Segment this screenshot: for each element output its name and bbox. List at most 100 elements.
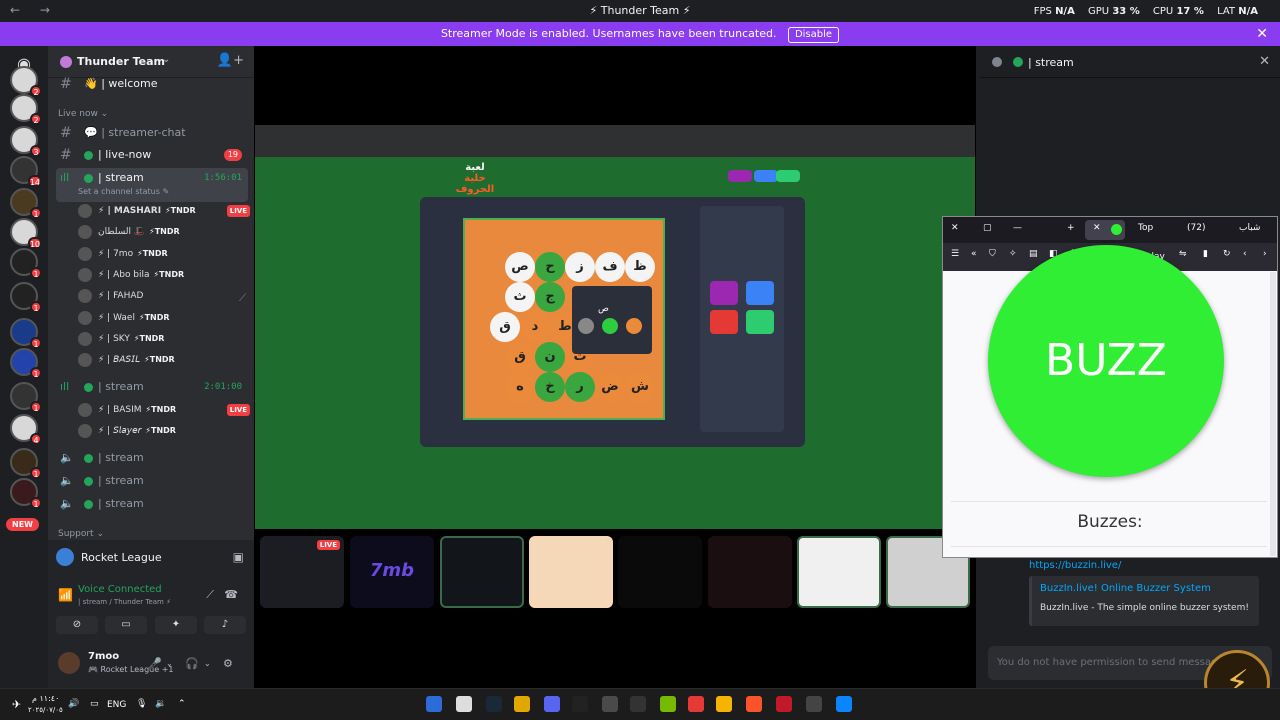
channel-live-now[interactable]: # | live-now 19 bbox=[56, 145, 248, 165]
activity-card[interactable]: Rocket League ▣ bbox=[48, 540, 254, 576]
speaker-icon[interactable]: 🔉 bbox=[155, 699, 166, 709]
stream-tile[interactable]: 7mb bbox=[350, 536, 434, 608]
voice-channel-path[interactable]: | stream / Thunder Team ⚡ bbox=[78, 598, 171, 606]
voice-user[interactable]: ⚡ | SKY ⚡TNDR bbox=[78, 329, 254, 349]
close-icon[interactable]: ✕ bbox=[1256, 22, 1268, 46]
voice-user[interactable]: ⚡ | 7mo ⚡TNDR bbox=[78, 244, 254, 264]
add-user-icon[interactable]: 👤+ bbox=[217, 53, 244, 68]
headphones-icon[interactable]: 🎧 bbox=[185, 657, 199, 670]
shield-icon[interactable]: ⛉ bbox=[989, 249, 996, 259]
activities-button[interactable]: ✦ bbox=[155, 616, 197, 634]
channel-status[interactable]: Set a channel status ✎ bbox=[78, 187, 169, 196]
stream-tile[interactable] bbox=[529, 536, 613, 608]
message-link[interactable]: https://buzzin.live/ bbox=[1029, 560, 1121, 571]
signal-icon[interactable]: 📶 bbox=[58, 588, 73, 602]
reload-icon[interactable]: ↻ bbox=[1223, 249, 1231, 259]
affinity-icon[interactable] bbox=[776, 696, 792, 712]
chrome-icon[interactable] bbox=[514, 696, 530, 712]
channel-stream-3[interactable]: 🔈 | stream bbox=[56, 448, 248, 468]
server-icon[interactable]: 2 bbox=[10, 94, 42, 125]
stream-tile[interactable] bbox=[797, 536, 881, 608]
server-icon[interactable]: 14 bbox=[10, 156, 42, 187]
voice-user[interactable]: ⚡ | Abo bila ⚡TNDR bbox=[78, 265, 254, 285]
menu-icon[interactable]: ☰ bbox=[951, 249, 959, 259]
back-all-icon[interactable]: « bbox=[971, 249, 977, 259]
chevron-down-icon[interactable]: ⌄ bbox=[204, 659, 211, 668]
close-icon[interactable]: ✕ bbox=[1259, 54, 1270, 69]
channel-welcome[interactable]: # 👋 | welcome bbox=[56, 74, 248, 94]
new-tab-icon[interactable]: + bbox=[1067, 223, 1075, 233]
rocket-league-icon[interactable] bbox=[426, 696, 442, 712]
tab-close-icon[interactable]: ✕ bbox=[1093, 223, 1101, 233]
soundboard-button[interactable]: ♪ bbox=[204, 616, 246, 634]
server-icon[interactable]: 1 bbox=[10, 248, 42, 279]
close-icon[interactable]: ✕ bbox=[951, 223, 959, 233]
clock-time[interactable]: ١١:٤٠ م bbox=[32, 694, 59, 703]
server-icon[interactable]: 1 bbox=[10, 282, 42, 313]
tab-title[interactable]: شباب bbox=[1239, 223, 1260, 233]
disable-button[interactable]: Disable bbox=[787, 27, 840, 43]
chevron-down-icon[interactable]: ⌄ bbox=[166, 659, 173, 668]
voice-user[interactable]: ⚡ | 𝘉𝘈𝘚𝘐𝘓 ⚡TNDR bbox=[78, 350, 254, 370]
stream-tile[interactable] bbox=[708, 536, 792, 608]
tab-title[interactable]: (72) bbox=[1187, 223, 1205, 233]
server-icon[interactable]: 2 bbox=[10, 66, 42, 97]
media-icon[interactable] bbox=[688, 696, 704, 712]
airplane-icon[interactable]: ✈ bbox=[12, 698, 21, 711]
channel-stream-active[interactable]: ıll | stream 1:56:01 bbox=[56, 168, 248, 202]
voice-user[interactable]: ⚡ | BASIM ⚡TNDR LIVE bbox=[78, 400, 254, 420]
discord-icon[interactable] bbox=[544, 696, 560, 712]
server-icon[interactable]: 1 bbox=[10, 348, 42, 379]
gear-icon[interactable]: ⚙ bbox=[223, 657, 233, 670]
minimize-icon[interactable]: — bbox=[1013, 223, 1022, 233]
volume-icon[interactable]: 🔊 bbox=[68, 699, 79, 709]
category-support[interactable]: Support ⌄ bbox=[58, 529, 104, 539]
server-icon[interactable]: 3 bbox=[10, 126, 42, 157]
embed-title[interactable]: BuzzIn.live! Online Buzzer System bbox=[1040, 583, 1211, 594]
terminal-icon[interactable] bbox=[572, 696, 588, 712]
tab-title[interactable]: Top bbox=[1138, 223, 1153, 233]
microphone-icon[interactable]: 🎤 bbox=[148, 657, 162, 670]
server-icon[interactable]: 10 bbox=[10, 218, 42, 249]
voice-user[interactable]: ⚡ | Wael ⚡TNDR bbox=[78, 308, 254, 328]
forward-icon[interactable]: › bbox=[1263, 249, 1267, 259]
server-icon[interactable]: 1 bbox=[10, 188, 42, 219]
windows-icon[interactable] bbox=[836, 696, 852, 712]
server-icon[interactable]: 1 bbox=[10, 478, 42, 509]
reader-icon[interactable]: ▤ bbox=[1029, 249, 1038, 259]
mic-icon[interactable]: 🎙 bbox=[136, 699, 147, 709]
voice-user[interactable]: ⚡ | 𝘚𝘭𝘢𝘺𝘦𝘳 ⚡TNDR bbox=[78, 421, 254, 441]
camera-icon[interactable] bbox=[630, 696, 646, 712]
language-indicator[interactable]: ENG bbox=[107, 700, 126, 710]
steam-icon[interactable] bbox=[486, 696, 502, 712]
nvidia-icon[interactable] bbox=[660, 696, 676, 712]
channel-stream-4[interactable]: 🔈 | stream bbox=[56, 471, 248, 491]
category-live-now[interactable]: Live now ⌄ bbox=[58, 109, 108, 119]
stream-tile[interactable] bbox=[618, 536, 702, 608]
network-icon[interactable]: ▭ bbox=[90, 699, 99, 709]
obs-icon[interactable] bbox=[456, 696, 472, 712]
disconnect-icon[interactable]: ☎ bbox=[224, 588, 238, 601]
stream-tile[interactable]: LIVE bbox=[260, 536, 344, 608]
noise-suppression-icon[interactable]: ⟋ bbox=[206, 588, 214, 602]
search-icon[interactable] bbox=[806, 696, 822, 712]
server-icon[interactable]: 1 bbox=[10, 448, 42, 479]
chevron-up-icon[interactable]: ⌃ bbox=[178, 699, 186, 709]
files-icon[interactable] bbox=[716, 696, 732, 712]
back-icon[interactable]: ‹ bbox=[1243, 249, 1247, 259]
voice-user[interactable]: السلطان 🎩 ⚡TNDR bbox=[78, 222, 254, 242]
voice-user[interactable]: ⚡ | MASHARI ⚡TNDR LIVE bbox=[78, 201, 254, 221]
clock-date[interactable]: ٢٠٢٥/٠٧/٠٥ bbox=[28, 706, 63, 714]
bookmark-icon[interactable]: ▮ bbox=[1203, 249, 1208, 259]
notepad-icon[interactable] bbox=[602, 696, 618, 712]
brave-icon[interactable] bbox=[746, 696, 762, 712]
avatar[interactable] bbox=[58, 652, 80, 674]
extension-icon[interactable]: ✧ bbox=[1009, 249, 1017, 259]
server-icon[interactable]: 1 bbox=[10, 318, 42, 349]
channel-stream-2[interactable]: ıll | stream 2:01:00 bbox=[56, 377, 248, 397]
buzz-button[interactable]: BUZZ bbox=[988, 245, 1224, 477]
voice-user[interactable]: ⚡ | FAHAD ⟋ bbox=[78, 286, 254, 306]
server-icon[interactable]: 1 bbox=[10, 382, 42, 413]
share-screen-button[interactable]: ▭ bbox=[105, 616, 147, 634]
channel-streamer-chat[interactable]: # 💬 | streamer-chat bbox=[56, 123, 248, 143]
